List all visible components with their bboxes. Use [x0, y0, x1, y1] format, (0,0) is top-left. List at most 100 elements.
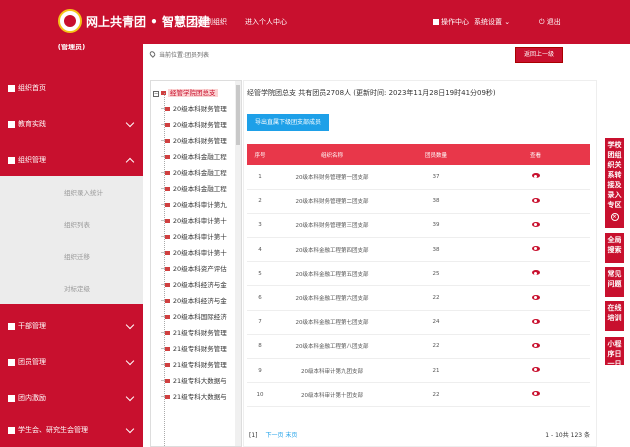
row-org-name: 20级本科审计第十团支部: [273, 382, 391, 408]
breadcrumb: 当前位置:团员列表: [148, 50, 209, 59]
chevron-up-icon: [125, 157, 135, 167]
sidebar-item-home[interactable]: 组织首页: [0, 70, 143, 106]
submenu-org-transfer[interactable]: 组织迁移: [0, 240, 143, 272]
row-org-name: 20级本科金融工程第七团支部: [273, 310, 391, 335]
folder-icon: [164, 283, 170, 287]
view-cell: [481, 285, 590, 311]
collapse-icon[interactable]: −: [153, 91, 159, 97]
tree-root[interactable]: − 经管学院团总支: [153, 87, 218, 97]
row-count: 38: [391, 189, 481, 214]
row-count: 38: [391, 237, 481, 263]
current-page[interactable]: [1]: [249, 432, 258, 439]
eye-icon[interactable]: [531, 294, 540, 300]
row-count: 24: [391, 310, 481, 335]
switch-org-link[interactable]: 切换到组织: [192, 17, 227, 27]
member-panel: 经管学院团总支 共有团员2708人 (更新时间: 2023年11月28日19时4…: [243, 80, 597, 447]
row-org-name: 20级本科财务管理第三团支部: [273, 213, 391, 239]
org-icon: [8, 156, 15, 164]
view-cell: [481, 334, 590, 360]
folder-icon: [164, 347, 170, 351]
cadre-icon: [8, 322, 15, 330]
tree-node[interactable]: ┈ 20级本科财务管理: [161, 135, 227, 145]
logout-button[interactable]: ⏻ 退出: [539, 17, 561, 27]
branch-table: 序号 组织名称 团员数量 查看 1 20级本科财务管理第一团支部 37 2 20级本科…: [247, 144, 590, 408]
sidebar-item-cadre[interactable]: 干部管理: [0, 308, 143, 344]
tree-node[interactable]: ┈ 21级专科财务管理: [161, 343, 227, 353]
tree-node[interactable]: ┈ 20级本科经济与金: [161, 279, 227, 289]
panel-title: 经管学院团总支 共有团员2708人 (更新时间: 2023年11月28日19时4…: [247, 89, 496, 97]
col-org-name: 组织名称: [273, 144, 391, 165]
eye-icon[interactable]: [531, 221, 540, 227]
chevron-down-icon: [125, 356, 135, 366]
view-cell: [481, 382, 590, 408]
eye-icon[interactable]: [531, 246, 540, 252]
sidebar-item-incentive[interactable]: 团内激励: [0, 380, 143, 416]
table-row: 2 20级本科财务管理第二团支部 38: [247, 189, 590, 214]
back-button[interactable]: 返回上一级: [515, 47, 563, 63]
sidebar-item-members[interactable]: 团员管理: [0, 344, 143, 380]
global-search-tab[interactable]: 全局搜索: [605, 233, 624, 263]
eye-icon[interactable]: [531, 197, 540, 203]
scrollbar-thumb[interactable]: [236, 85, 240, 145]
folder-icon: [164, 123, 170, 127]
tree-node[interactable]: ┈ 20级本科审计第十: [161, 215, 227, 225]
tree-node[interactable]: ┈ 21级专科大数据与: [161, 391, 227, 401]
folder-icon: [164, 139, 170, 143]
folder-icon: [164, 379, 170, 383]
view-cell: [481, 237, 590, 263]
tree-node[interactable]: ┈ 20级本科审计第九: [161, 199, 227, 209]
org-tree: − 经管学院团总支 ┈ 20级本科财务管理 ┈ 20级本科财务管理 ┈ 20级本科财务管…: [150, 80, 242, 447]
system-settings-menu[interactable]: 系统设置 ⌄: [474, 17, 510, 27]
folder-icon: [164, 363, 170, 367]
eye-icon[interactable]: [531, 367, 540, 373]
personal-center-link[interactable]: 进入个人中心: [245, 17, 287, 27]
tree-node[interactable]: ┈ 20级本科金融工程: [161, 151, 227, 161]
next-last-links[interactable]: 下一页 末页: [266, 432, 298, 439]
folder-icon: [164, 251, 170, 255]
eye-icon[interactable]: [531, 342, 540, 348]
tree-node[interactable]: ┈ 20级本科审计第十: [161, 231, 227, 241]
sidebar-item-student-union[interactable]: 学生会、研究生会管理: [0, 412, 143, 447]
sidebar-item-education[interactable]: 教育实践: [0, 106, 143, 142]
operation-center-link[interactable]: 操作中心: [433, 17, 469, 27]
row-index: 1: [247, 165, 273, 190]
submenu-org-stats[interactable]: 组织录入统计: [0, 176, 143, 208]
row-index: 4: [247, 237, 273, 263]
view-cell: [481, 261, 590, 287]
tree-node[interactable]: ┈ 20级本科经济与金: [161, 295, 227, 305]
row-org-name: 20级本科金融工程第四团支部: [273, 237, 391, 263]
award-icon: [8, 394, 15, 402]
tree-node[interactable]: ┈ 20级本科金融工程: [161, 167, 227, 177]
tree-node[interactable]: ┈ 21级专科财务管理: [161, 359, 227, 369]
tree-node[interactable]: ┈ 20级本科审计第十: [161, 247, 227, 257]
tree-node[interactable]: ┈ 21级专科大数据与: [161, 375, 227, 385]
tree-node[interactable]: ┈ 20级本科资产评估: [161, 263, 227, 273]
tree-node[interactable]: ┈ 20级本科财务管理: [161, 119, 227, 129]
eye-icon[interactable]: [531, 270, 540, 276]
close-circle-icon[interactable]: ×: [610, 213, 619, 221]
chevron-down-icon: ⌄: [504, 18, 511, 26]
submenu-benchmark-rating[interactable]: 对标定级: [0, 272, 143, 304]
folder-icon: [164, 171, 170, 175]
org-transfer-tab[interactable]: 学校团组织关系转接及录入专区 ×: [605, 138, 624, 228]
tree-node[interactable]: ┈ 20级本科财务管理: [161, 103, 227, 113]
chevron-down-icon: [125, 320, 135, 330]
row-count: 22: [391, 285, 481, 311]
tree-node[interactable]: ┈ 20级本科金融工程: [161, 183, 227, 193]
export-button[interactable]: 导出直属下级团支部成员: [247, 114, 329, 131]
tree-scrollbar[interactable]: [235, 81, 241, 446]
sidebar-item-org-management[interactable]: 组织管理: [0, 142, 143, 178]
league-logo-icon: [58, 9, 82, 33]
tree-node[interactable]: ┈ 20级本科国际经济: [161, 311, 227, 321]
folder-icon: [164, 235, 170, 239]
eye-icon[interactable]: [531, 318, 540, 324]
top-bar: 网上共青团 • 智慧团建 切换到组织 进入个人中心 操作中心 系统设置 ⌄ ⏻ …: [0, 0, 630, 44]
tree-node[interactable]: ┈ 21级专科财务管理: [161, 327, 227, 337]
submenu-org-list[interactable]: 组织列表: [0, 208, 143, 240]
mini-program-tab[interactable]: 小程序日一日: [605, 337, 624, 368]
faq-tab[interactable]: 常见问题: [605, 267, 624, 297]
eye-icon[interactable]: [531, 391, 540, 397]
row-count: 39: [391, 213, 481, 239]
online-training-tab[interactable]: 在线培训: [605, 301, 624, 331]
eye-icon[interactable]: [531, 173, 540, 179]
